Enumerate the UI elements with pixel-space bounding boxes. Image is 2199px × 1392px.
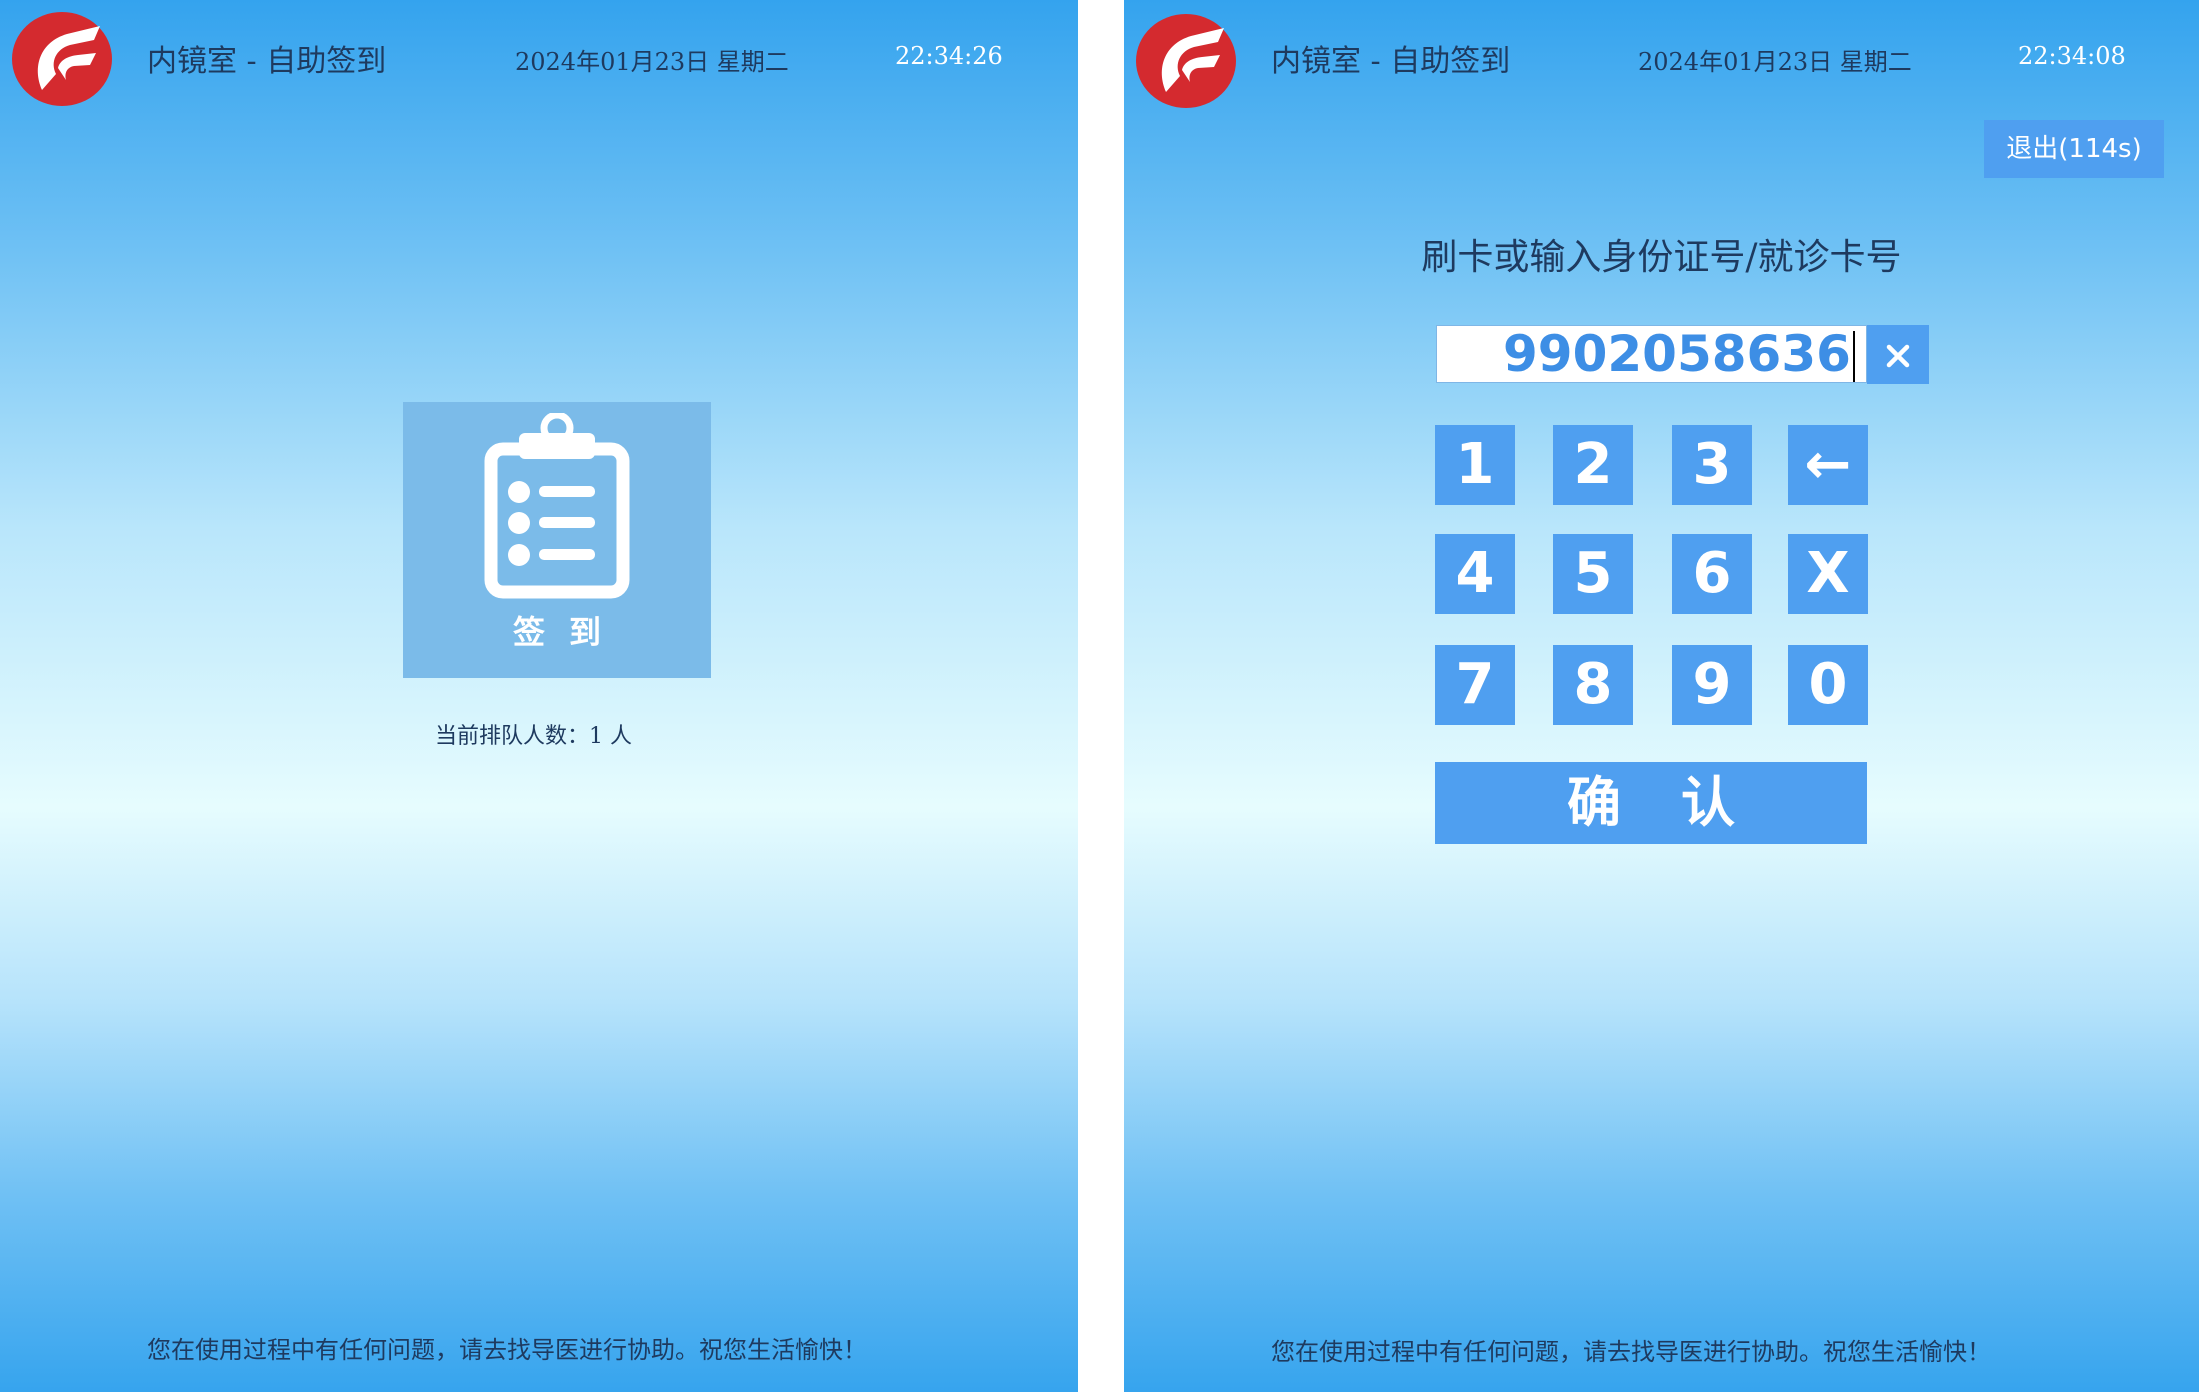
id-entry-screen: 内镜室 - 自助签到 2024年01月23日 星期二 22:34:08 退出(1… — [1124, 0, 2199, 1392]
id-number-input[interactable]: 9902058636 — [1436, 325, 1867, 383]
checkin-button[interactable]: 签到 — [403, 402, 711, 678]
key-7[interactable]: 7 — [1435, 645, 1515, 725]
confirm-button[interactable]: 确认 — [1435, 762, 1867, 844]
header-date: 2024年01月23日 星期二 — [515, 48, 789, 76]
key-8[interactable]: 8 — [1553, 645, 1633, 725]
id-prompt: 刷卡或输入身份证号/就诊卡号 — [1421, 237, 1902, 278]
id-number-value: 9902058636 — [1503, 325, 1851, 383]
header-time: 22:34:08 — [2018, 42, 2126, 70]
checkin-label: 签到 — [512, 613, 625, 651]
header-time: 22:34:26 — [895, 42, 1003, 70]
key-1[interactable]: 1 — [1435, 425, 1515, 505]
key-3[interactable]: 3 — [1672, 425, 1752, 505]
footer-notice: 您在使用过程中有任何问题，请去找导医进行协助。祝您生活愉快！ — [147, 1336, 867, 1364]
text-cursor — [1852, 330, 1855, 382]
clipboard-list-icon — [484, 413, 630, 599]
key-9[interactable]: 9 — [1672, 645, 1752, 725]
queue-count: 当前排队人数：1 人 — [435, 724, 632, 749]
footer-notice: 您在使用过程中有任何问题，请去找导医进行协助。祝您生活愉快！ — [1271, 1338, 1991, 1366]
checkin-home-screen: 内镜室 - 自助签到 2024年01月23日 星期二 22:34:26 签到 当… — [0, 0, 1078, 1392]
header-date: 2024年01月23日 星期二 — [1638, 48, 1912, 76]
hospital-logo — [12, 12, 112, 106]
key-2[interactable]: 2 — [1553, 425, 1633, 505]
key-6[interactable]: 6 — [1672, 534, 1752, 614]
key-4[interactable]: 4 — [1435, 534, 1515, 614]
clear-input-button[interactable] — [1867, 325, 1929, 384]
hospital-logo — [1136, 14, 1236, 108]
key-0[interactable]: 0 — [1788, 645, 1868, 725]
key-5[interactable]: 5 — [1553, 534, 1633, 614]
close-icon — [1886, 344, 1910, 368]
key-x[interactable]: X — [1788, 534, 1868, 614]
page-title: 内镜室 - 自助签到 — [1271, 44, 1511, 79]
exit-button[interactable]: 退出(114s) — [1984, 120, 2164, 178]
page-title: 内镜室 - 自助签到 — [147, 44, 387, 79]
backspace-key[interactable]: ← — [1788, 425, 1868, 505]
